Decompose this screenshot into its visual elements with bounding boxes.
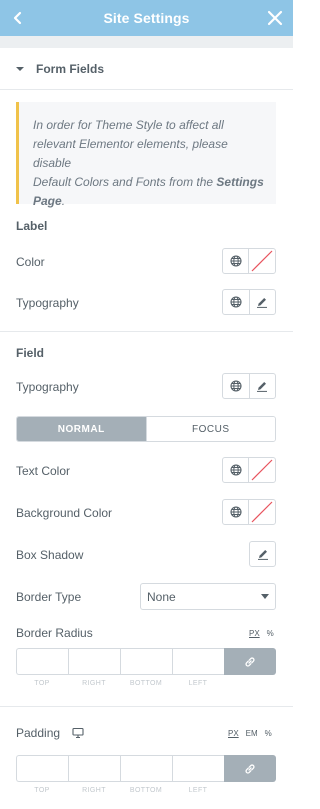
globe-icon (229, 464, 242, 476)
dimension-left-input[interactable] (172, 648, 224, 675)
notice-line: relevant Elementor elements, please disa… (33, 137, 228, 170)
notice-line: Default Colors and Fonts from the (33, 175, 217, 189)
tab-normal[interactable]: NORMAL (17, 417, 146, 441)
panel-header: Site Settings (0, 0, 293, 36)
tab-focus[interactable]: FOCUS (145, 417, 275, 441)
color-picker-swatch[interactable] (248, 500, 275, 524)
dimension-right-input[interactable] (68, 755, 120, 782)
dimension-right-input[interactable] (68, 648, 120, 675)
caret-down-icon (16, 66, 24, 71)
padding-dimensions (16, 755, 276, 782)
dimension-left-input[interactable] (172, 755, 224, 782)
border-type-value: None (147, 589, 176, 604)
background-color-control (222, 499, 276, 525)
border-radius-label: Border Radius (16, 626, 93, 640)
globe-icon (230, 380, 242, 392)
divider (0, 331, 293, 332)
dimension-label: RIGHT (82, 787, 106, 794)
section-form-fields[interactable]: Form Fields (0, 48, 293, 90)
dimension-label: TOP (34, 787, 50, 794)
global-fonts-button[interactable] (223, 290, 249, 314)
link-icon (245, 656, 255, 667)
unit-px[interactable]: PX (228, 729, 239, 738)
field-typography-control (222, 373, 276, 399)
notice-period: . (61, 194, 66, 208)
unit-percent[interactable]: % (267, 629, 274, 638)
dimension-label: BOTTOM (129, 787, 163, 794)
dimension-top-input[interactable] (16, 648, 68, 675)
label-typography-label: Typography (16, 296, 79, 310)
box-shadow-label: Box Shadow (16, 548, 84, 562)
close-icon (267, 10, 283, 26)
unit-px[interactable]: PX (249, 629, 260, 638)
color-picker-swatch[interactable] (248, 249, 275, 273)
caret-down-icon (261, 594, 269, 599)
border-radius-dimension-labels: TOP RIGHT BOTTOM LEFT (16, 680, 224, 687)
divider (0, 706, 293, 707)
link-values-button[interactable] (224, 755, 276, 782)
unit-em[interactable]: EM (246, 729, 258, 738)
state-tabs: NORMAL FOCUS (16, 416, 276, 442)
pencil-icon (257, 382, 268, 392)
settings-page-link[interactable]: Settings (216, 175, 263, 189)
edit-box-shadow-button[interactable] (249, 541, 276, 567)
border-radius-units: PX % (249, 629, 274, 638)
padding-dimension-labels: TOP RIGHT BOTTOM LEFT (16, 787, 224, 794)
dimension-bottom-input[interactable] (120, 755, 172, 782)
label-color-control (222, 248, 276, 274)
empty-color-swatch-icon (251, 501, 273, 523)
field-group-title: Field (16, 346, 45, 360)
color-picker-swatch[interactable] (248, 458, 275, 482)
desktop-icon[interactable] (72, 727, 84, 739)
notice-line: In order for Theme Style to affect all (33, 118, 224, 132)
settings-page-link[interactable]: Page (33, 194, 62, 208)
global-colors-button[interactable] (223, 458, 248, 482)
pencil-icon (257, 298, 268, 308)
global-colors-button[interactable] (223, 249, 248, 273)
border-type-select[interactable]: None (140, 583, 276, 610)
background-color-label: Background Color (16, 506, 113, 520)
close-button[interactable] (263, 6, 287, 30)
globe-icon (229, 506, 242, 518)
theme-style-notice: In order for Theme Style to affect all r… (16, 102, 276, 208)
global-fonts-button[interactable] (223, 374, 249, 398)
text-color-label: Text Color (16, 464, 71, 478)
text-color-control (222, 457, 276, 483)
padding-units: PX EM % (228, 729, 272, 738)
dimension-label: BOTTOM (129, 680, 163, 687)
pencil-icon (257, 550, 268, 560)
padding-label: Padding (16, 726, 61, 740)
link-icon (245, 763, 255, 774)
empty-color-swatch-icon (251, 459, 273, 481)
panel-title: Site Settings (103, 10, 190, 26)
dimension-bottom-input[interactable] (120, 648, 172, 675)
global-colors-button[interactable] (223, 500, 248, 524)
dimension-label: TOP (34, 680, 50, 687)
edit-typography-button[interactable] (248, 290, 275, 314)
dimension-label: RIGHT (82, 680, 106, 687)
globe-icon (229, 255, 242, 267)
link-values-button[interactable] (224, 648, 276, 675)
unit-percent[interactable]: % (265, 729, 272, 738)
empty-color-swatch-icon (251, 250, 273, 272)
dimension-label: LEFT (188, 680, 208, 687)
edit-typography-button[interactable] (248, 374, 275, 398)
label-group-title: Label (16, 219, 48, 233)
field-typography-label: Typography (16, 380, 79, 394)
label-typography-control (222, 289, 276, 315)
border-type-label: Border Type (16, 590, 82, 604)
border-radius-dimensions (16, 648, 276, 675)
dimension-label: LEFT (188, 787, 208, 794)
header-spacer (0, 36, 293, 48)
dimension-top-input[interactable] (16, 755, 68, 782)
label-color-label: Color (16, 255, 45, 269)
globe-icon (230, 296, 242, 308)
section-title: Form Fields (36, 61, 105, 76)
